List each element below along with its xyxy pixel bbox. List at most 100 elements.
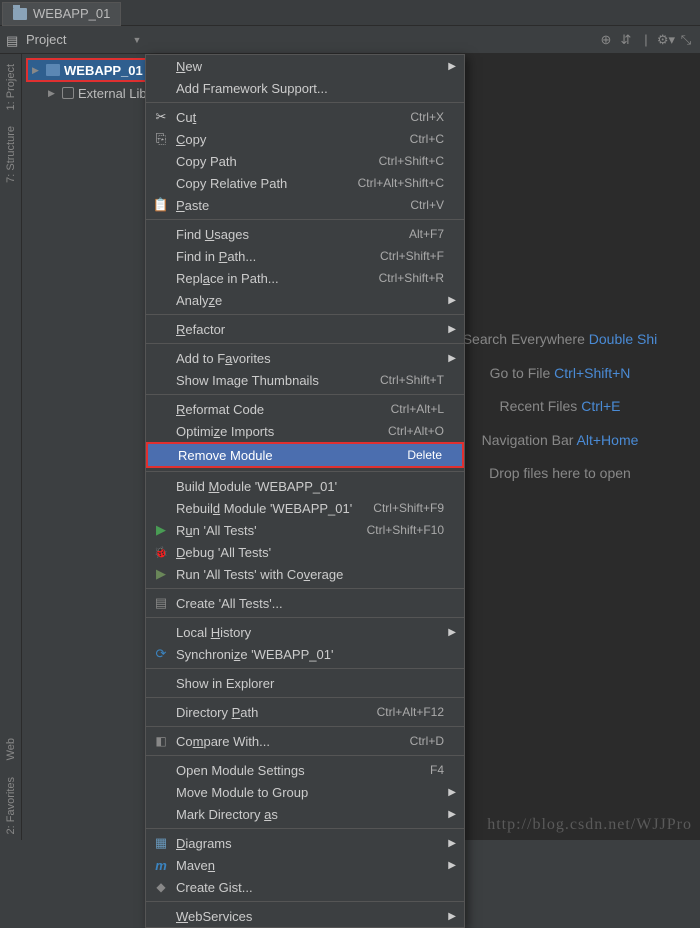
gutter-project[interactable]: 1: Project [3, 58, 19, 116]
menu-maven[interactable]: mMaven▶ [146, 854, 464, 876]
coverage-icon: ▶ [153, 566, 169, 582]
menu-run-coverage[interactable]: ▶Run 'All Tests' with Coverage [146, 563, 464, 585]
menu-find-usages[interactable]: Find UsagesAlt+F7 [146, 223, 464, 245]
tab-title: WEBAPP_01 [33, 6, 110, 21]
module-name: WEBAPP_01 [64, 63, 143, 78]
editor-tab[interactable]: WEBAPP_01 [2, 2, 121, 26]
menu-separator [146, 617, 464, 618]
menu-debug-tests[interactable]: 🐞Debug 'All Tests' [146, 541, 464, 563]
menu-add-framework[interactable]: Add Framework Support... [146, 77, 464, 99]
target-icon[interactable]: ⊕ [598, 32, 614, 48]
goto-file-link[interactable]: Ctrl+Shift+N [554, 365, 630, 381]
sync-icon: ⟳ [153, 646, 169, 662]
menu-analyze[interactable]: Analyze▶ [146, 289, 464, 311]
menu-remove-module[interactable]: Remove ModuleDelete [148, 444, 462, 466]
hide-icon[interactable]: ⤡ [678, 32, 694, 48]
gear-icon[interactable]: ⚙▾ [658, 32, 674, 48]
goto-file-label: Go to File [490, 365, 551, 381]
menu-webservices[interactable]: WebServices▶ [146, 905, 464, 927]
menu-separator [146, 755, 464, 756]
menu-show-thumbnails[interactable]: Show Image ThumbnailsCtrl+Shift+T [146, 369, 464, 391]
menu-reformat-code[interactable]: Reformat CodeCtrl+Alt+L [146, 398, 464, 420]
menu-build-module[interactable]: Build Module 'WEBAPP_01' [146, 475, 464, 497]
recent-files-link[interactable]: Ctrl+E [581, 398, 620, 414]
menu-separator [146, 588, 464, 589]
chevron-right-icon: ▶ [448, 838, 456, 849]
project-dropdown-label[interactable]: Project [26, 32, 66, 47]
menu-mark-directory[interactable]: Mark Directory as▶ [146, 803, 464, 825]
chevron-right-icon: ▶ [448, 627, 456, 638]
library-icon [62, 87, 74, 99]
menu-copy-relative-path[interactable]: Copy Relative PathCtrl+Alt+Shift+C [146, 172, 464, 194]
menu-run-tests[interactable]: ▶Run 'All Tests'Ctrl+Shift+F10 [146, 519, 464, 541]
gutter-favorites[interactable]: 2: Favorites [3, 771, 19, 840]
divider-icon: | [638, 32, 654, 48]
nav-bar-label: Navigation Bar [482, 432, 574, 448]
menu-optimize-imports[interactable]: Optimize ImportsCtrl+Alt+O [146, 420, 464, 442]
menu-separator [146, 828, 464, 829]
chevron-down-icon[interactable]: ▼ [132, 35, 141, 45]
menu-separator [146, 471, 464, 472]
menu-create-tests[interactable]: ▤Create 'All Tests'... [146, 592, 464, 614]
chevron-right-icon: ▶ [448, 787, 456, 798]
menu-directory-path[interactable]: Directory PathCtrl+Alt+F12 [146, 701, 464, 723]
menu-synchronize[interactable]: ⟳Synchronize 'WEBAPP_01' [146, 643, 464, 665]
menu-compare-with[interactable]: ◧Compare With...Ctrl+D [146, 730, 464, 752]
gutter-web[interactable]: Web [3, 732, 19, 766]
menu-refactor[interactable]: Refactor▶ [146, 318, 464, 340]
menu-separator [146, 314, 464, 315]
menu-show-explorer[interactable]: Show in Explorer [146, 672, 464, 694]
menu-separator [146, 697, 464, 698]
search-everywhere-label: Search Everywhere [463, 331, 585, 347]
menu-new[interactable]: New▶ [146, 55, 464, 77]
menu-create-gist[interactable]: ◆Create Gist... [146, 876, 464, 898]
diagram-icon: ▦ [153, 835, 169, 851]
run-config-icon: ▤ [153, 595, 169, 611]
scissors-icon: ✂ [153, 109, 169, 125]
chevron-right-icon: ▶ [448, 61, 456, 72]
chevron-right-icon: ▶ [448, 324, 456, 335]
project-icon: ▤ [6, 33, 20, 47]
nav-bar-link[interactable]: Alt+Home [577, 432, 639, 448]
project-toolbar: ▤ Project ▼ ⊕ ⇵ | ⚙▾ ⤡ [0, 26, 700, 54]
recent-files-label: Recent Files [500, 398, 578, 414]
paste-icon: 📋 [153, 197, 169, 213]
bug-icon: 🐞 [153, 544, 169, 560]
gutter-structure[interactable]: 7: Structure [3, 120, 19, 189]
menu-separator [146, 219, 464, 220]
maven-icon: m [153, 857, 169, 873]
menu-cut[interactable]: ✂CutCtrl+X [146, 106, 464, 128]
chevron-right-icon: ▶ [448, 353, 456, 364]
menu-local-history[interactable]: Local History▶ [146, 621, 464, 643]
drop-hint: Drop files here to open [489, 465, 631, 481]
chevron-right-icon: ▶ [448, 860, 456, 871]
menu-paste[interactable]: 📋PasteCtrl+V [146, 194, 464, 216]
editor-tab-bar: WEBAPP_01 [0, 0, 700, 26]
menu-separator [146, 394, 464, 395]
menu-separator [146, 726, 464, 727]
menu-separator [146, 102, 464, 103]
gist-icon: ◆ [153, 879, 169, 895]
menu-move-module-group[interactable]: Move Module to Group▶ [146, 781, 464, 803]
menu-copy[interactable]: ⎘CopyCtrl+C [146, 128, 464, 150]
diff-icon: ◧ [153, 733, 169, 749]
run-icon: ▶ [153, 522, 169, 538]
expand-icon[interactable]: ▶ [32, 65, 42, 76]
expand-icon[interactable]: ▶ [48, 88, 58, 99]
menu-diagrams[interactable]: ▦Diagrams▶ [146, 832, 464, 854]
menu-replace-in-path[interactable]: Replace in Path...Ctrl+Shift+R [146, 267, 464, 289]
menu-find-in-path[interactable]: Find in Path...Ctrl+Shift+F [146, 245, 464, 267]
menu-separator [146, 901, 464, 902]
chevron-right-icon: ▶ [448, 911, 456, 922]
menu-separator [146, 343, 464, 344]
chevron-right-icon: ▶ [448, 295, 456, 306]
search-everywhere-link[interactable]: Double Shi [589, 331, 658, 347]
menu-add-favorites[interactable]: Add to Favorites▶ [146, 347, 464, 369]
watermark: http://blog.csdn.net/WJJPro [487, 816, 692, 834]
menu-rebuild-module[interactable]: Rebuild Module 'WEBAPP_01'Ctrl+Shift+F9 [146, 497, 464, 519]
chevron-right-icon: ▶ [448, 809, 456, 820]
collapse-icon[interactable]: ⇵ [618, 32, 634, 48]
menu-copy-path[interactable]: Copy PathCtrl+Shift+C [146, 150, 464, 172]
menu-open-module-settings[interactable]: Open Module SettingsF4 [146, 759, 464, 781]
menu-separator [146, 668, 464, 669]
